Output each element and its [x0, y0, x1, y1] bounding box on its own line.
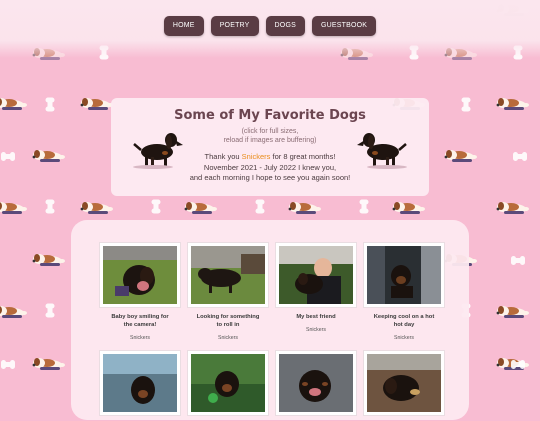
beagle-sleeping-icon [496, 98, 529, 110]
photo-card [276, 351, 356, 421]
bone-icon [511, 360, 525, 369]
photo-credit: Snickers [394, 335, 414, 341]
beagle-sleeping-icon [288, 202, 321, 214]
bone-icon [1, 360, 15, 369]
photo-card: Keeping cool on a hot hot day Snickers [364, 243, 444, 341]
snickers-link[interactable]: Snickers [242, 152, 271, 161]
caption-line: the camera! [123, 322, 157, 328]
caption-line: Keeping cool on a hot [373, 314, 435, 320]
beagle-sleeping-icon [0, 98, 28, 110]
nav-dogs-button[interactable]: DOGS [265, 16, 305, 36]
beagle-sleeping-icon [184, 202, 217, 214]
beagle-sleeping-icon [444, 150, 477, 162]
dog-photo[interactable] [188, 243, 268, 307]
bone-icon [361, 200, 367, 213]
dedication-line: and each morning I hope to see you again… [189, 173, 351, 182]
dedication-line: Thank you Snickers for 8 great months! [111, 152, 429, 163]
dedication-prefix: Thank you [204, 152, 242, 161]
dog-photo[interactable] [100, 351, 180, 415]
caption-line: to roll in [216, 322, 240, 328]
caption-line: Looking for something [196, 314, 260, 320]
bone-icon [511, 256, 525, 265]
beagle-sleeping-icon [32, 358, 65, 370]
beagle-sleeping-icon [80, 202, 113, 214]
bone-icon [1, 152, 15, 161]
photo-caption: My best friend [276, 313, 356, 321]
bone-icon [47, 304, 53, 317]
photo-caption: Baby boy smiling for the camera! [100, 313, 180, 329]
beagle-sleeping-icon [496, 202, 529, 214]
nav-poetry-button[interactable]: POETRY [210, 16, 259, 36]
dedication-line: November 2021 - July 2022 I knew you, [203, 162, 337, 172]
photo-credit: Snickers [218, 335, 238, 341]
photo-caption: Keeping cool on a hot hot day [364, 313, 444, 329]
beagle-sleeping-icon [392, 202, 425, 214]
dog-photo[interactable] [364, 351, 444, 415]
page-title: Some of My Favorite Dogs [174, 108, 366, 123]
caption-line: Baby boy smiling for [111, 314, 169, 320]
photo-caption: Looking for something to roll in [188, 313, 268, 329]
header-card: Some of My Favorite Dogs (click for full… [111, 98, 429, 196]
photo-card: Baby boy smiling for the camera! Snicker… [100, 243, 180, 341]
beagle-sleeping-icon [32, 150, 65, 162]
beagle-sleeping-icon [496, 306, 529, 318]
subtitle-line: reload if images are buffering) [223, 137, 317, 144]
photo-card [188, 351, 268, 421]
dog-photo[interactable] [276, 351, 356, 415]
caption-line: hot day [393, 322, 415, 328]
bone-icon [513, 152, 527, 161]
photo-card [364, 351, 444, 421]
bone-icon [463, 98, 469, 111]
photo-card: Looking for something to roll in Snicker… [188, 243, 268, 341]
nav-home-button[interactable]: HOME [163, 16, 204, 36]
bone-icon [47, 98, 53, 111]
page-subtitle: (click for full sizes, reload if images … [111, 127, 429, 145]
caption-line: My best friend [296, 314, 336, 320]
nav-guestbook-button[interactable]: GUESTBOOK [311, 16, 377, 36]
dedication-text: Thank you Snickers for 8 great months! N… [111, 152, 429, 184]
dedication-suffix: for 8 great months! [270, 152, 336, 161]
beagle-sleeping-icon [0, 306, 28, 318]
dog-photo[interactable] [100, 243, 180, 307]
photo-gallery: Baby boy smiling for the camera! Snicker… [71, 220, 469, 420]
bone-icon [47, 200, 53, 213]
dog-photo[interactable] [364, 243, 444, 307]
photo-credit: Snickers [130, 335, 150, 341]
photo-credit: Snickers [306, 327, 326, 333]
beagle-sleeping-icon [32, 254, 65, 266]
photo-card: My best friend Snickers [276, 243, 356, 333]
photo-card [100, 351, 180, 421]
subtitle-line: (click for full sizes, [241, 128, 299, 135]
bone-icon [257, 200, 263, 213]
dog-photo[interactable] [188, 351, 268, 415]
beagle-sleeping-icon [0, 202, 28, 214]
nav-menu: HOME POETRY DOGS GUESTBOOK [0, 16, 540, 36]
dog-photo[interactable] [276, 243, 356, 307]
bone-icon [153, 200, 159, 213]
beagle-sleeping-icon [80, 98, 113, 110]
nav-bar: HOME POETRY DOGS GUESTBOOK [0, 0, 540, 58]
